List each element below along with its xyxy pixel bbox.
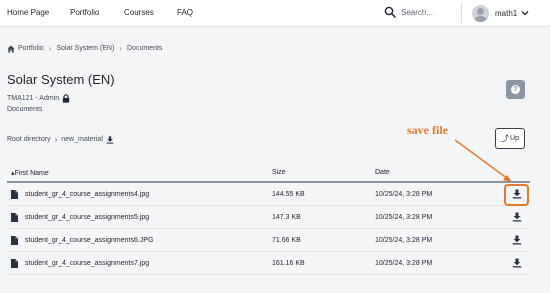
home-icon [7,45,15,52]
user-name[interactable]: math1 [495,9,517,18]
download-icon[interactable] [512,212,522,222]
breadcrumb-portfolio[interactable]: Portfolio [18,45,44,52]
file-icon [11,259,18,268]
nav-faq[interactable]: FAQ [177,8,193,17]
file-size: 144.55 KB [272,191,305,198]
path-separator: › [54,135,58,144]
lock-icon [62,94,70,103]
table-header: ▴First Name Size Date [7,163,530,183]
search-icon[interactable] [384,6,396,18]
breadcrumb-course[interactable]: Solar System (EN) [56,45,114,52]
up-arrow-icon: ⤴ [501,134,510,143]
file-name[interactable]: student_gr_4_course_assignments5.jpg [25,214,149,221]
table-row: student_gr_4_course_assignments5.jpg 147… [7,206,530,229]
file-icon [11,213,18,222]
nav-home-page[interactable]: Home Page [7,8,49,17]
file-name[interactable]: student_gr_4_course_assignments4.jpg [25,191,149,198]
file-icon [11,190,18,199]
course-owner-text: TMA121 - Admin [7,95,60,102]
file-table: ▴First Name Size Date student_gr_4_cours… [7,163,530,275]
breadcrumb-separator: › [48,44,52,53]
directory-path: Root directory › new_material [7,135,114,144]
header-size[interactable]: Size [272,169,286,176]
annotation-save-file: save file [407,123,448,137]
file-date: 10/25/24, 3:28 PM [375,260,433,267]
up-directory-button[interactable]: ⤴ Up [495,128,525,149]
search-box[interactable]: Search... [384,5,433,19]
header-date[interactable]: Date [375,169,390,176]
user-avatar-icon[interactable] [472,4,489,22]
download-icon[interactable] [512,235,522,245]
nav-portfolio[interactable]: Portfolio [70,8,99,17]
top-navigation: Home Page Portfolio Courses FAQ Search..… [0,0,550,27]
page-title: Solar System (EN) [7,72,115,87]
download-icon[interactable] [512,189,522,199]
table-row: student_gr_4_course_assignments4.jpg 144… [7,183,530,206]
root-directory-link[interactable]: Root directory [7,136,51,143]
download-icon[interactable] [512,258,522,268]
file-icon [11,236,18,245]
user-menu[interactable]: math1 [472,3,529,23]
breadcrumb-documents: Documents [127,45,163,52]
course-owner: TMA121 - Admin [7,94,70,103]
chevron-down-icon[interactable] [521,9,529,17]
up-button-label: Up [510,135,519,142]
help-button[interactable]: ? [506,80,525,99]
nav-divider [461,3,462,23]
table-row: student_gr_4_course_assignments6.JPG 71.… [7,229,530,252]
search-placeholder: Search... [401,7,434,17]
download-folder-icon[interactable] [106,135,114,144]
breadcrumb-separator: › [119,44,122,53]
file-name[interactable]: student_gr_4_course_assignments6.JPG [25,237,153,244]
breadcrumb: Portfolio › Solar System (EN) › Document… [7,44,162,53]
current-directory: new_material [61,136,103,143]
file-size: 161.16 KB [272,260,305,267]
help-icon: ? [511,85,520,94]
file-date: 10/25/24, 3:28 PM [375,191,433,198]
file-size: 147.3 KB [272,214,301,221]
section-label: Documents [7,106,43,113]
file-size: 71.66 KB [272,237,301,244]
header-first-name[interactable]: ▴First Name [11,169,49,177]
table-row: student_gr_4_course_assignments7.jpg 161… [7,252,530,275]
file-date: 10/25/24, 3:28 PM [375,237,433,244]
file-date: 10/25/24, 3:28 PM [375,214,433,221]
file-name[interactable]: student_gr_4_course_assignments7.jpg [25,260,149,267]
nav-courses[interactable]: Courses [124,8,154,17]
